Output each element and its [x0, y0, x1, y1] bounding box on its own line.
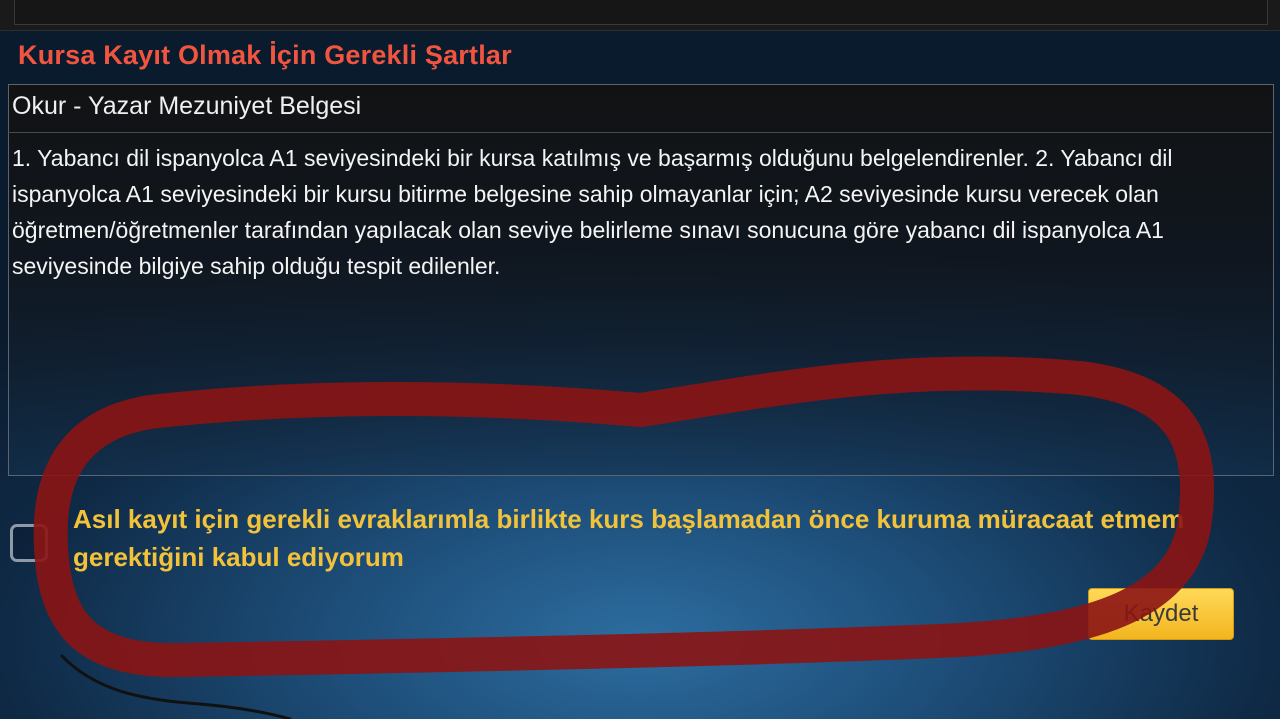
- black-pen-stroke: [60, 654, 292, 719]
- requirements-divider: [8, 132, 1272, 133]
- acceptance-label[interactable]: Asıl kayıt için gerekli evraklarımla bir…: [73, 500, 1193, 576]
- section-title: Kursa Kayıt Olmak İçin Gerekli Şartlar: [18, 40, 512, 70]
- requirement-text: 1. Yabancı dil ispanyolca A1 seviyesinde…: [12, 145, 1173, 279]
- acceptance-checkbox[interactable]: [10, 524, 48, 562]
- save-button[interactable]: Kaydet: [1088, 588, 1234, 640]
- previous-section-box: [14, 0, 1268, 25]
- top-panel-edge: [0, 0, 1280, 31]
- document-name: Okur - Yazar Mezuniyet Belgesi: [12, 92, 362, 120]
